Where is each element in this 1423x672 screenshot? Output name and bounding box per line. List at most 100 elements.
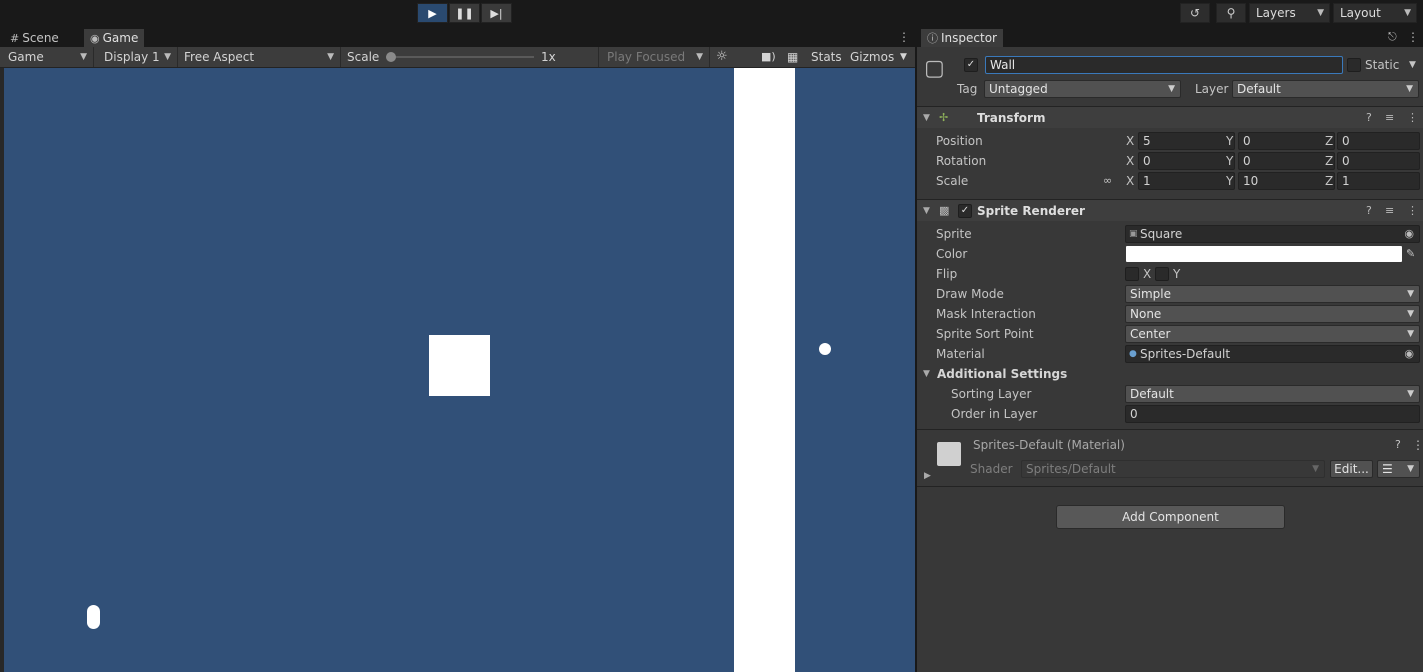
foldout-icon[interactable]: ▼ [923, 363, 930, 385]
rotation-y-field[interactable]: 0 [1238, 152, 1335, 170]
position-x-field[interactable]: 5 [1138, 132, 1235, 150]
eyedropper-icon[interactable]: ✎ [1406, 245, 1415, 263]
component-menu-icon[interactable]: ⋮ [1412, 436, 1423, 454]
display-dropdown[interactable]: Display 1 ▼ [96, 47, 178, 67]
chevron-down-icon[interactable]: ▼ [1409, 56, 1416, 74]
static-label: Static [1365, 58, 1400, 72]
play-focused-label: Play Focused [607, 50, 686, 64]
component-menu-icon[interactable]: ⋮ [1407, 107, 1418, 129]
chevron-down-icon: ▼ [1168, 84, 1175, 94]
scale-slider-track[interactable] [386, 56, 534, 58]
constrain-proportions-icon[interactable]: ∞ [1103, 172, 1112, 190]
pause-icon: ❚❚ [455, 6, 474, 20]
help-icon[interactable]: ? [1366, 200, 1372, 222]
scale-z-field[interactable]: 1 [1337, 172, 1420, 190]
stats-button[interactable]: Stats [811, 47, 842, 67]
foldout-icon[interactable]: ▼ [923, 200, 930, 222]
help-icon[interactable]: ? [1395, 436, 1401, 454]
object-picker-icon[interactable]: ◉ [1404, 226, 1414, 242]
game-view-bar: Game ▼ Display 1 ▼ Free Aspect ▼ Scale 1… [0, 47, 915, 68]
presets-icon[interactable]: ≡ [1385, 107, 1394, 129]
tab-inspector-label: Inspector [941, 31, 997, 45]
material-label: Material [936, 347, 985, 361]
search-button[interactable]: ⚲ [1216, 3, 1246, 23]
material-preview-icon [937, 442, 961, 466]
sorting-layer-dropdown[interactable]: Default ▼ [1125, 385, 1420, 403]
color-swatch[interactable] [1126, 246, 1402, 262]
history-button[interactable]: ↺ [1180, 3, 1210, 23]
sprite-renderer-enabled-checkbox[interactable]: ✓ [958, 204, 972, 218]
tab-game[interactable]: ◉ Game [84, 29, 145, 47]
material-field[interactable]: ● Sprites-Default ◉ [1125, 345, 1420, 363]
position-y-field[interactable]: 0 [1238, 132, 1335, 150]
static-checkbox[interactable] [1347, 58, 1361, 72]
rotation-x-field[interactable]: 0 [1138, 152, 1235, 170]
material-value: Sprites-Default [1140, 347, 1231, 361]
sprite-sort-point-label: Sprite Sort Point [936, 327, 1034, 341]
tag-dropdown[interactable]: Untagged ▼ [984, 80, 1181, 98]
object-picker-icon[interactable]: ◉ [1404, 346, 1414, 362]
gameobject-cube-icon[interactable]: ▢ [924, 56, 945, 81]
scale-slider-handle[interactable] [386, 52, 396, 62]
shader-options-dropdown[interactable]: ☰ ▼ [1377, 460, 1420, 478]
position-label: Position [936, 134, 983, 148]
component-menu-icon[interactable]: ⋮ [1407, 200, 1418, 222]
play-button[interactable]: ▶ [417, 3, 448, 23]
game-viewport[interactable] [4, 68, 915, 672]
flip-y-checkbox[interactable] [1155, 267, 1169, 281]
play-focused-dropdown[interactable]: Play Focused ▼ [598, 47, 710, 67]
aspect-dropdown[interactable]: Free Aspect ▼ [176, 47, 341, 67]
gizmos-button[interactable]: Gizmos [850, 47, 894, 67]
chevron-down-icon: ▼ [1407, 464, 1414, 474]
mask-interaction-dropdown[interactable]: None ▼ [1125, 305, 1420, 323]
shader-dropdown[interactable]: Sprites/Default ▼ [1021, 460, 1325, 478]
draw-mode-label: Draw Mode [936, 287, 1004, 301]
layout-dropdown[interactable]: Layout ▼ [1333, 3, 1417, 23]
lock-icon[interactable]: ⎋ [1388, 30, 1397, 44]
scale-label: Scale [347, 50, 380, 64]
view-mode-dropdown[interactable]: Game ▼ [0, 47, 94, 67]
tab-inspector[interactable]: ⓘ Inspector [921, 29, 1003, 47]
flip-x-checkbox[interactable] [1125, 267, 1139, 281]
transform-header[interactable]: ▼ ✢ Transform ? ≡ ⋮ [917, 106, 1423, 128]
layer-label: Layer [1195, 82, 1229, 96]
object-name-input[interactable]: Wall [985, 56, 1343, 74]
scale-x-field[interactable]: 1 [1138, 172, 1235, 190]
active-checkbox[interactable]: ✓ [964, 58, 978, 72]
rotation-label: Rotation [936, 154, 987, 168]
panel-menu-icon[interactable]: ⋮ [898, 30, 910, 44]
chevron-down-icon: ▼ [1407, 329, 1414, 339]
chevron-down-icon: ▼ [1406, 84, 1413, 94]
sprite-renderer-icon: ▩ [939, 204, 950, 217]
pause-button[interactable]: ❚❚ [449, 3, 480, 23]
layers-dropdown[interactable]: Layers ▼ [1249, 3, 1330, 23]
additional-settings-label[interactable]: Additional Settings [937, 365, 1067, 383]
scale-y-field[interactable]: 10 [1238, 172, 1335, 190]
layers-label: Layers [1256, 6, 1296, 20]
foldout-collapsed-icon[interactable]: ▶ [924, 465, 931, 487]
step-button[interactable]: ▶| [481, 3, 512, 23]
bug-icon[interactable]: ☼ [716, 47, 728, 67]
position-z-field[interactable]: 0 [1337, 132, 1420, 150]
help-icon[interactable]: ? [1366, 107, 1372, 129]
shader-edit-button[interactable]: Edit... [1330, 460, 1373, 478]
draw-mode-dropdown[interactable]: Simple ▼ [1125, 285, 1420, 303]
rotation-z-field[interactable]: 0 [1337, 152, 1420, 170]
sprite-value: Square [1140, 227, 1183, 241]
layer-dropdown[interactable]: Default ▼ [1232, 80, 1419, 98]
flip-y-label: Y [1173, 267, 1181, 281]
foldout-icon[interactable]: ▼ [923, 107, 930, 129]
presets-icon[interactable]: ≡ [1385, 200, 1394, 222]
panel-menu-icon[interactable]: ⋮ [1407, 30, 1419, 44]
order-in-layer-field[interactable]: 0 [1125, 405, 1420, 423]
sprite-renderer-header[interactable]: ▼ ▩ ✓ Sprite Renderer ? ≡ ⋮ [917, 199, 1423, 221]
view-mode-label: Game [8, 50, 44, 64]
axis-z-label: Z [1325, 134, 1334, 148]
sprite-sort-point-dropdown[interactable]: Center ▼ [1125, 325, 1420, 343]
sprite-field[interactable]: ▣ Square ◉ [1125, 225, 1420, 243]
keyboard-icon[interactable]: ▦ [787, 47, 798, 67]
add-component-button[interactable]: Add Component [1056, 505, 1285, 529]
audio-icon[interactable]: ■) [761, 47, 776, 67]
tab-scene[interactable]: # Scene [4, 29, 65, 47]
chevron-down-icon[interactable]: ▼ [900, 47, 907, 67]
